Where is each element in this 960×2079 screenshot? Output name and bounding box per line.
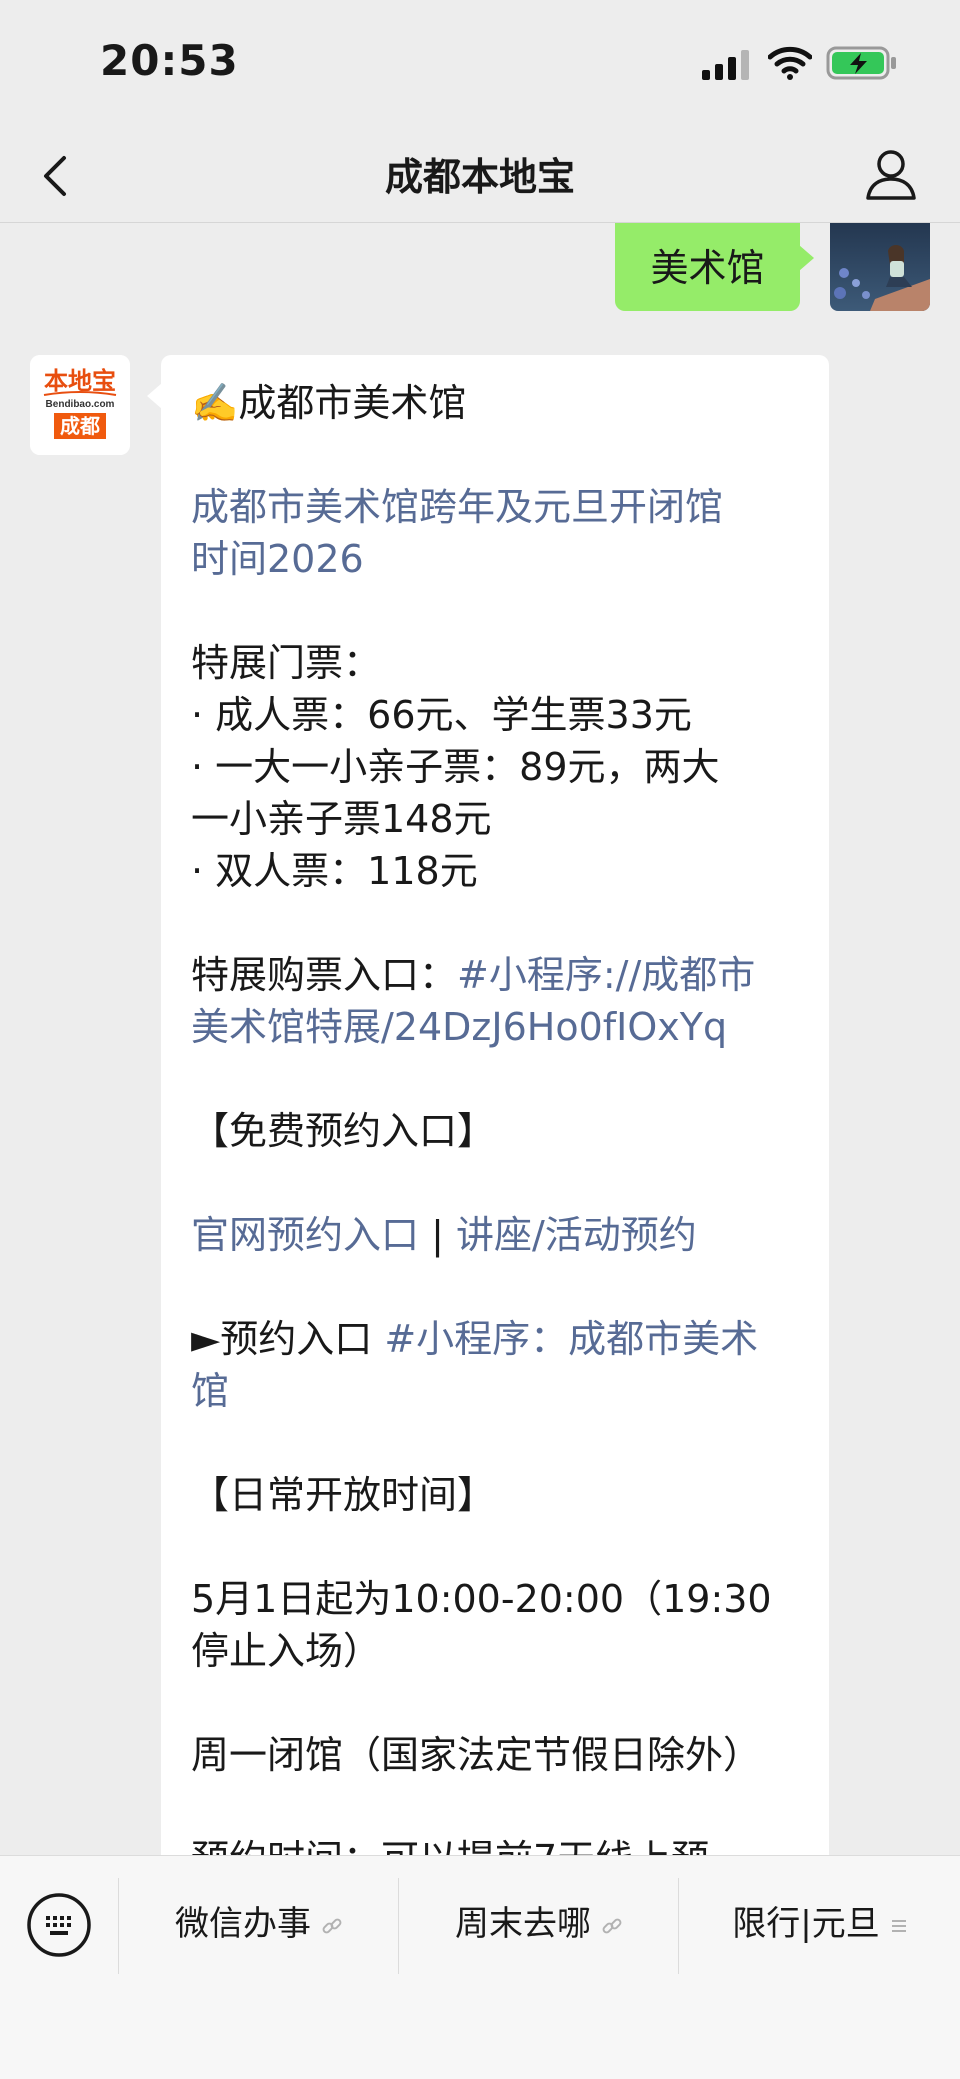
menu-item-weekend[interactable]: 周末去哪: [400, 1896, 678, 1952]
menu-item-traffic-restriction[interactable]: 限行|元旦: [680, 1896, 960, 1952]
ticket-heading: 特展门票：: [191, 641, 382, 685]
status-time: 20:53: [100, 36, 239, 85]
purchase-link-part2[interactable]: 美术馆特展/24DzJ6Ho0fIOxYq: [191, 1001, 803, 1053]
article-link-line2[interactable]: 时间2026: [191, 533, 803, 585]
bendibao-logo: 本地宝 Bendibao.com 成都: [30, 355, 130, 455]
article-link-line1[interactable]: 成都市美术馆跨年及元旦开闭馆: [191, 481, 803, 533]
hours-heading: 【日常开放时间】: [191, 1473, 496, 1517]
link-icon: [602, 1918, 622, 1933]
user-avatar-image: [830, 223, 930, 311]
incoming-message[interactable]: ✍️成都市美术馆 成都市美术馆跨年及元旦开闭馆 时间2026 特展门票： · 成…: [147, 355, 829, 1855]
status-bar: 20:53: [0, 0, 960, 130]
ticket-family: · 一大一小亲子票：89元，两大: [191, 745, 720, 789]
menu-item-wechat-services[interactable]: 微信办事: [120, 1896, 398, 1952]
nav-bar: 成都本地宝: [0, 130, 960, 223]
signal-icon: [702, 50, 749, 80]
closed-day: 周一闭馆（国家法定节假日除外）: [191, 1733, 762, 1777]
purchase-link-part1[interactable]: #小程序://成都市: [457, 953, 755, 997]
link-icon: [322, 1918, 342, 1933]
submenu-icon: [891, 1919, 906, 1932]
lecture-reservation-link[interactable]: 讲座/活动预约: [456, 1213, 697, 1257]
link-separator: |: [419, 1213, 456, 1257]
miniprogram-link-part1[interactable]: #小程序：成都市美术: [384, 1317, 758, 1361]
menu-item-label: 限行|元旦: [732, 1904, 880, 1944]
purchase-label: 特展购票入口：: [191, 953, 458, 997]
ticket-adult: · 成人票：66元、学生票33元: [191, 693, 692, 737]
outgoing-message[interactable]: 美术馆: [615, 223, 814, 311]
free-reservation-heading: 【免费预约入口】: [191, 1109, 496, 1153]
reservation-links: 官网预约入口 | 讲座/活动预约: [191, 1209, 803, 1261]
bottom-menu-bar: 微信办事 周末去哪 限行|元旦: [0, 1855, 960, 2079]
logo-line1: 本地宝: [44, 367, 116, 395]
reservation-time: 预约时间：可以提前7天线上预: [191, 1833, 803, 1855]
miniprogram-line: ►预约入口 #小程序：成都市美术: [191, 1313, 803, 1365]
reserve-label: ►预约入口: [191, 1317, 385, 1361]
menu-divider: [398, 1878, 399, 1974]
menu-divider: [118, 1878, 119, 1974]
logo-line3: 成都: [60, 414, 100, 438]
ticket-family-cont: 一小亲子票148元: [191, 797, 492, 841]
menu-item-label: 微信办事: [175, 1904, 311, 1944]
chat-area[interactable]: 美术馆 本地宝 Bendibao.com 成都 ✍️成都市美术馆 成都市美术馆跨…: [0, 223, 960, 1855]
battery-icon: [826, 46, 896, 80]
profile-icon[interactable]: [864, 146, 918, 202]
hours-line1: 5月1日起为10:00-20:00（19:30: [191, 1577, 772, 1621]
page-title: 成都本地宝: [384, 155, 575, 199]
menu-divider: [678, 1878, 679, 1974]
purchase-line: 特展购票入口：#小程序://成都市: [191, 949, 803, 1001]
hours-line2: 停止入场）: [191, 1629, 382, 1673]
bot-avatar[interactable]: 本地宝 Bendibao.com 成都: [30, 355, 130, 455]
wifi-icon: [768, 46, 812, 80]
outgoing-message-text: 美术馆: [650, 246, 765, 290]
menu-item-label: 周末去哪: [455, 1904, 591, 1944]
message-heading: ✍️成都市美术馆: [191, 381, 467, 425]
keyboard-icon[interactable]: [26, 1892, 92, 1958]
user-avatar[interactable]: [830, 223, 930, 311]
ticket-double: · 双人票：118元: [191, 849, 478, 893]
official-reservation-link[interactable]: 官网预约入口: [191, 1213, 419, 1257]
logo-line2: Bendibao.com: [46, 399, 115, 410]
message-content: ✍️成都市美术馆 成都市美术馆跨年及元旦开闭馆 时间2026 特展门票： · 成…: [191, 377, 803, 1855]
miniprogram-link-part2[interactable]: 馆: [191, 1365, 803, 1417]
